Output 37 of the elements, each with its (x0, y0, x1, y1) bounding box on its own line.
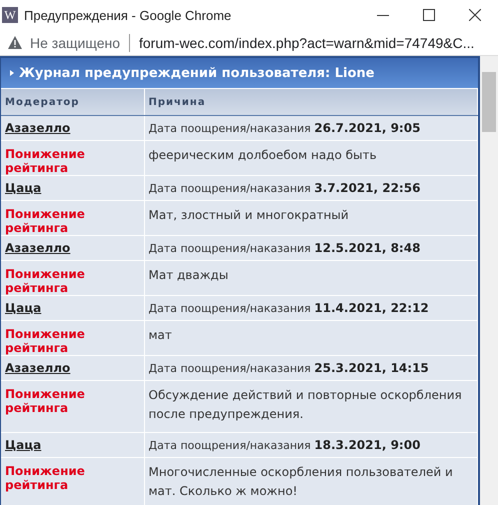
reason-cell: феерическим долбоебом надо быть (144, 140, 478, 176)
panel-title: Журнал предупреждений пользователя: Lione (19, 66, 374, 80)
column-header: Модератор (1, 89, 144, 116)
date-cell: Дата поощрения/наказания 18.3.2021, 9:00 (144, 432, 478, 458)
date-cell: Дата поощрения/наказания 25.3.2021, 14:15 (144, 356, 478, 380)
reason-cell: Мат, злостный и многократный (144, 200, 478, 236)
url-text[interactable]: forum-wec.com/index.php?act=warn&mid=74749&C... (139, 34, 474, 50)
moderator-link[interactable]: Цаца (5, 438, 42, 452)
maximize-icon (423, 9, 435, 21)
site-favicon: W (2, 7, 18, 23)
reason-cell: Многочисленные оскорбления пользователей и мат. Сколько ж можно! (144, 458, 478, 505)
arrow-icon (10, 70, 14, 76)
action-cell: Понижение рейтинга (1, 380, 144, 432)
date-cell: Дата поощрения/наказания 11.4.2021, 22:12 (144, 296, 478, 320)
warning-icon (8, 36, 22, 49)
reason-cell: Мат дважды (144, 260, 478, 296)
date-cell: Дата поощрения/наказания 3.7.2021, 22:56 (144, 176, 478, 200)
reason-cell: Обсуждение действий и повторные оскорбления после предупреждения. (144, 380, 478, 432)
moderator-link[interactable]: Цаца (5, 301, 42, 315)
moderator-link[interactable]: Азазелло (5, 121, 70, 135)
action-cell: Понижение рейтинга (1, 140, 144, 176)
action-cell: Понижение рейтинга (1, 260, 144, 296)
scrollbar[interactable] (480, 56, 498, 505)
action-cell: Понижение рейтинга (1, 458, 144, 505)
moderator-link[interactable]: Азазелло (5, 361, 70, 375)
minimize-icon (377, 14, 389, 16)
moderator-link[interactable]: Азазелло (5, 241, 70, 255)
security-status[interactable]: Не защищено (30, 34, 120, 50)
reason-cell: мат (144, 320, 478, 356)
action-cell: Понижение рейтинга (1, 200, 144, 236)
date-cell: Дата поощрения/наказания 26.7.2021, 9:05 (144, 116, 478, 140)
column-header: Причина (144, 89, 478, 116)
date-cell: Дата поощрения/наказания 12.5.2021, 8:48 (144, 236, 478, 260)
action-cell: Понижение рейтинга (1, 320, 144, 356)
window-title: Предупреждения - Google Chrome (24, 8, 232, 22)
close-icon (469, 9, 481, 21)
moderator-link[interactable]: Цаца (5, 181, 42, 195)
